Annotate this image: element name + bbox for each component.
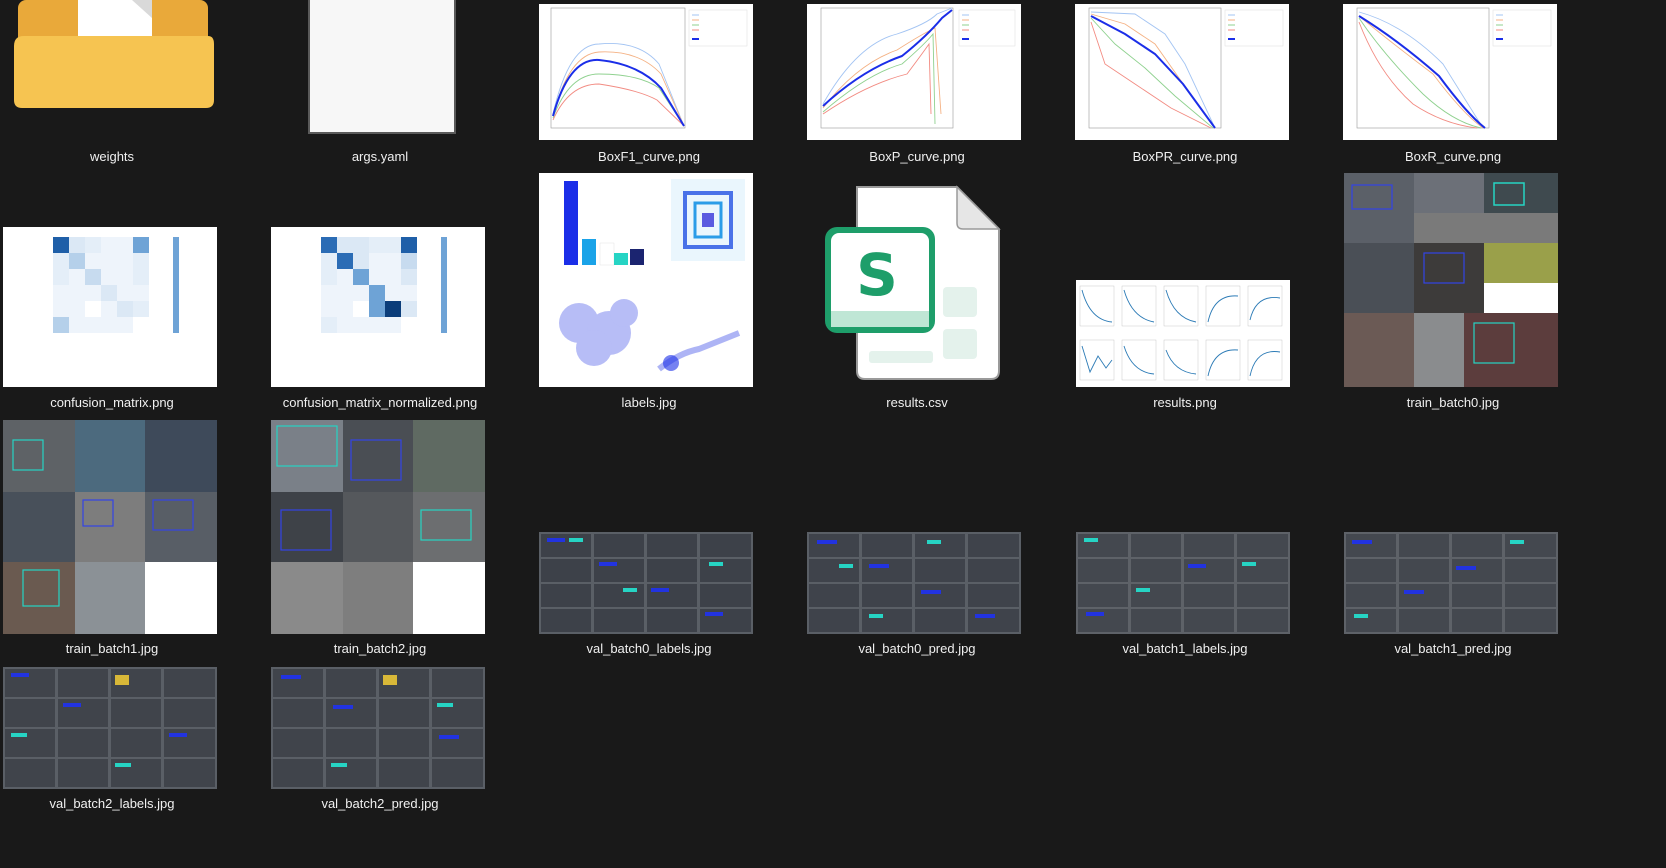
file-name: val_batch0_pred.jpg bbox=[858, 641, 976, 656]
file-name: confusion_matrix.png bbox=[50, 395, 174, 410]
file-name: BoxF1_curve.png bbox=[598, 149, 700, 164]
file-item-val-batch1-labels[interactable]: val_batch1_labels.jpg bbox=[1073, 416, 1297, 662]
file-item-confusion-matrix[interactable]: confusion_matrix.png bbox=[0, 170, 224, 416]
file-item-val-batch0-labels[interactable]: val_batch0_labels.jpg bbox=[537, 416, 761, 662]
file-name: results.csv bbox=[886, 395, 948, 410]
file-name: args.yaml bbox=[351, 149, 409, 164]
file-item-train-batch1[interactable]: train_batch1.jpg bbox=[0, 416, 224, 662]
file-item-confusion-matrix-normalized[interactable]: confusion_matrix_normalized.png bbox=[268, 170, 492, 416]
image-thumbnail bbox=[539, 173, 753, 387]
file-name: BoxPR_curve.png bbox=[1132, 149, 1238, 164]
image-thumbnail bbox=[807, 4, 1021, 140]
file-item-val-batch2-pred[interactable]: val_batch2_pred.jpg bbox=[268, 662, 492, 868]
image-thumbnail bbox=[1076, 532, 1290, 634]
file-name: confusion_matrix_normalized.png bbox=[282, 395, 478, 410]
file-name: labels.jpg bbox=[621, 395, 677, 410]
image-thumbnail bbox=[271, 667, 485, 789]
svg-text:S: S bbox=[856, 241, 898, 309]
image-thumbnail bbox=[1076, 280, 1290, 387]
file-item-train-batch0[interactable]: train_batch0.jpg bbox=[1341, 170, 1565, 416]
file-item-boxr-curve[interactable]: BoxR_curve.png bbox=[1341, 0, 1565, 170]
file-name: results.png bbox=[1153, 395, 1217, 410]
file-item-weights[interactable]: weights bbox=[0, 0, 224, 170]
folder-icon bbox=[14, 0, 214, 108]
image-thumbnail bbox=[1344, 173, 1558, 387]
file-item-args-yaml[interactable]: args.yaml bbox=[268, 0, 492, 170]
file-name: train_batch0.jpg bbox=[1406, 395, 1500, 410]
image-thumbnail bbox=[271, 227, 485, 387]
file-name: val_batch0_labels.jpg bbox=[586, 641, 712, 656]
file-name: train_batch2.jpg bbox=[333, 641, 427, 656]
image-thumbnail bbox=[539, 532, 753, 634]
file-item-val-batch2-labels[interactable]: val_batch2_labels.jpg bbox=[0, 662, 224, 868]
file-name: val_batch1_labels.jpg bbox=[1122, 641, 1248, 656]
file-item-boxf1-curve[interactable]: BoxF1_curve.png bbox=[537, 0, 761, 170]
spreadsheet-icon: S bbox=[825, 185, 1001, 380]
image-thumbnail bbox=[807, 532, 1021, 634]
image-thumbnail bbox=[3, 227, 217, 387]
file-name: BoxR_curve.png bbox=[1404, 149, 1502, 164]
file-name: weights bbox=[89, 149, 135, 164]
file-name: val_batch2_labels.jpg bbox=[49, 796, 175, 811]
image-thumbnail bbox=[271, 420, 485, 634]
image-thumbnail bbox=[1343, 4, 1557, 140]
file-item-results-png[interactable]: results.png bbox=[1073, 170, 1297, 416]
file-name: val_batch1_pred.jpg bbox=[1394, 641, 1512, 656]
image-thumbnail bbox=[3, 667, 217, 789]
image-thumbnail bbox=[1344, 532, 1558, 634]
file-item-results-csv[interactable]: S results.csv bbox=[805, 170, 1029, 416]
file-name: BoxP_curve.png bbox=[869, 149, 965, 164]
image-thumbnail bbox=[3, 420, 217, 634]
file-item-boxp-curve[interactable]: BoxP_curve.png bbox=[805, 0, 1029, 170]
file-item-val-batch0-pred[interactable]: val_batch0_pred.jpg bbox=[805, 416, 1029, 662]
file-item-val-batch1-pred[interactable]: val_batch1_pred.jpg bbox=[1341, 416, 1565, 662]
image-thumbnail bbox=[1075, 4, 1289, 140]
file-name: train_batch1.jpg bbox=[65, 641, 159, 656]
document-icon bbox=[308, 0, 456, 134]
file-name: val_batch2_pred.jpg bbox=[321, 796, 439, 811]
file-item-labels[interactable]: labels.jpg bbox=[537, 170, 761, 416]
file-item-train-batch2[interactable]: train_batch2.jpg bbox=[268, 416, 492, 662]
file-item-boxpr-curve[interactable]: BoxPR_curve.png bbox=[1073, 0, 1297, 170]
image-thumbnail bbox=[539, 4, 753, 140]
